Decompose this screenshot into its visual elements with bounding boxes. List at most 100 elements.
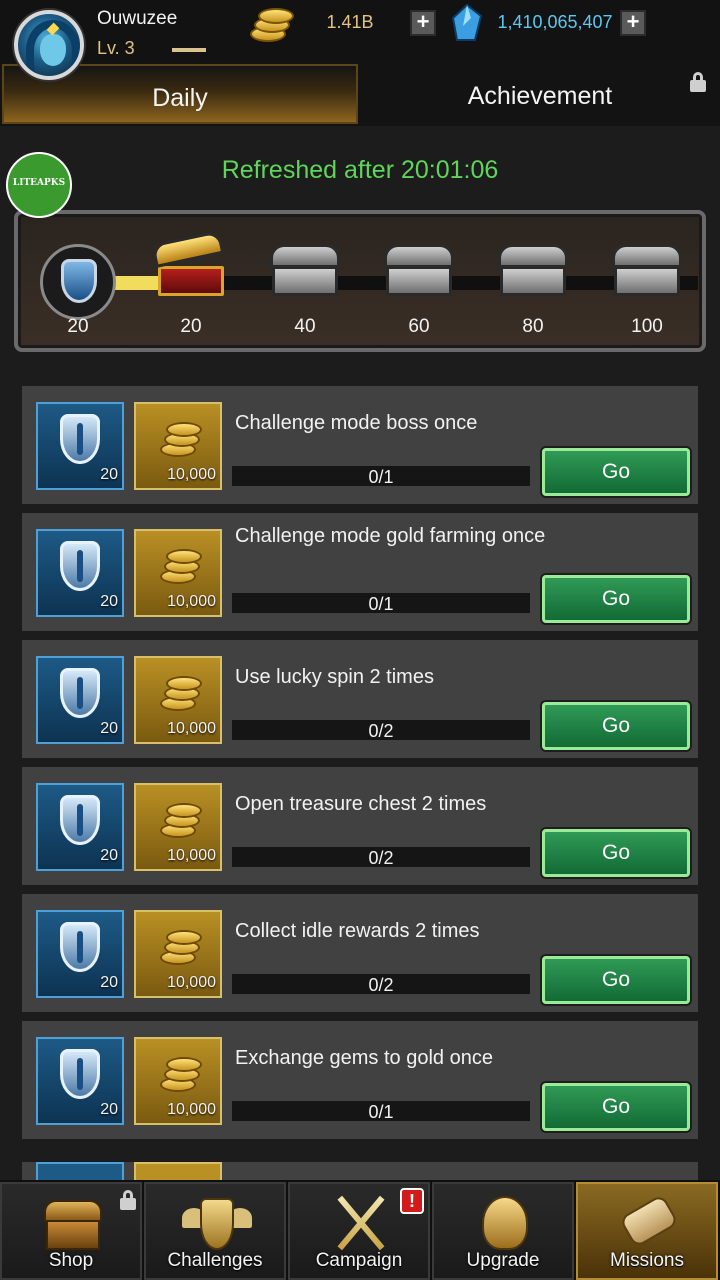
task-progress-bar: 0/2 — [232, 720, 530, 741]
milestone-chest-80[interactable]: 80 — [488, 234, 578, 344]
milestone-label: 80 — [522, 316, 544, 337]
go-button[interactable]: Go — [542, 956, 690, 1004]
reward-count: 10,000 — [167, 1101, 216, 1118]
milestone-chest-100[interactable]: 100 — [602, 234, 692, 344]
task-title: Exchange gems to gold once — [235, 1047, 493, 1069]
milestone-label: 40 — [294, 316, 316, 337]
task-row: 20 10,000 Use lucky spin 2 times 0/2 Go — [22, 640, 698, 758]
nav-campaign-label: Campaign — [315, 1250, 403, 1271]
task-title: Collect idle rewards 2 times — [235, 920, 480, 942]
coins-icon — [156, 420, 204, 464]
gold-reward: 10,000 — [134, 783, 222, 871]
shield-icon — [60, 1049, 100, 1099]
tab-achievement[interactable]: Achievement — [362, 64, 718, 124]
add-gems-button[interactable]: + — [620, 10, 646, 36]
go-button[interactable]: Go — [542, 575, 690, 623]
reward-count: 20 — [100, 974, 118, 991]
shield-icon — [60, 668, 100, 718]
player-name: Ouwuzee — [97, 8, 178, 29]
tab-daily-label: Daily — [152, 84, 208, 112]
shield-icon — [60, 795, 100, 845]
task-row-partial — [22, 1162, 698, 1182]
nav-shop[interactable]: Shop — [0, 1182, 142, 1280]
nav-challenges[interactable]: Challenges — [144, 1182, 286, 1280]
task-progress-bar: 0/1 — [232, 1101, 530, 1122]
reward-count: 10,000 — [167, 974, 216, 991]
player-level: Lv. 3 — [97, 38, 135, 58]
nav-missions-label: Missions — [610, 1250, 684, 1271]
shield-reward: 20 — [36, 783, 124, 871]
reward-count: 20 — [100, 1101, 118, 1118]
player-avatar[interactable] — [14, 10, 84, 80]
task-progress-text: 0/2 — [368, 975, 394, 995]
shield-icon — [60, 414, 100, 464]
task-progress-bar: 0/2 — [232, 974, 530, 995]
coins-icon — [156, 547, 204, 591]
milestone-chest-60[interactable]: 60 — [374, 234, 464, 344]
nav-challenges-label: Challenges — [167, 1250, 263, 1271]
reward-count: 10,000 — [167, 720, 216, 737]
reward-count: 20 — [100, 466, 118, 483]
go-button[interactable]: Go — [542, 702, 690, 750]
nav-missions[interactable]: Missions — [576, 1182, 718, 1280]
mission-tabs: Daily Achievement — [0, 62, 720, 126]
task-progress-bar: 0/2 — [232, 847, 530, 868]
upgrade-helmet-icon — [470, 1190, 540, 1254]
milestone-chest-20[interactable]: 20 — [146, 229, 236, 344]
reward-count: 20 — [100, 720, 118, 737]
go-button[interactable]: Go — [542, 1083, 690, 1131]
shield-emblem-icon — [40, 244, 116, 320]
locked-chest-icon — [384, 244, 454, 300]
locked-chest-icon — [270, 244, 340, 300]
gold-reward: 10,000 — [134, 529, 222, 617]
task-row: 20 10,000 Collect idle rewards 2 times 0… — [22, 894, 698, 1012]
coins-icon — [156, 801, 204, 845]
nav-upgrade[interactable]: Upgrade — [432, 1182, 574, 1280]
brand-badge: LITEAPKS — [6, 152, 72, 218]
reward-count: 10,000 — [167, 466, 216, 483]
go-button[interactable]: Go — [542, 448, 690, 496]
brand-badge-text: LITEAPKS — [12, 178, 66, 188]
gold-reward: 10,000 — [134, 656, 222, 744]
reward-count: 10,000 — [167, 847, 216, 864]
task-progress-bar: 0/1 — [232, 466, 530, 487]
milestone-label: 20 — [180, 316, 202, 337]
task-title: Challenge mode boss once — [235, 412, 478, 434]
task-title: Use lucky spin 2 times — [235, 666, 434, 688]
nav-campaign[interactable]: ! Campaign — [288, 1182, 430, 1280]
open-chest-icon — [151, 229, 226, 300]
scroll-icon — [614, 1190, 684, 1254]
bottom-nav: Shop Challenges ! Campaign Upgrade Missi… — [0, 1180, 720, 1280]
coins-icon — [156, 674, 204, 718]
task-progress-text: 0/2 — [368, 721, 394, 741]
gem-amount: 1,410,065,407 — [497, 12, 613, 32]
milestone-track: 20 20 40 60 80 100 — [14, 210, 706, 352]
gold-reward: 10,000 — [134, 910, 222, 998]
locked-chest-icon — [498, 244, 568, 300]
nav-upgrade-label: Upgrade — [466, 1250, 540, 1271]
top-bar: Ouwuzee Lv. 3 1.41B + 1,410,065,407 + — [0, 0, 720, 62]
task-progress-text: 0/1 — [368, 467, 394, 487]
milestone-current: 20 — [22, 234, 116, 344]
task-row: 20 10,000 Challenge mode boss once 0/1 G… — [22, 386, 698, 504]
refresh-timer: Refreshed after 20:01:06 — [221, 156, 499, 184]
shield-reward: 20 — [36, 529, 124, 617]
add-gold-button[interactable]: + — [410, 10, 436, 36]
task-row: 20 10,000 Exchange gems to gold once 0/1… — [22, 1021, 698, 1139]
crossed-swords-icon — [326, 1190, 396, 1254]
milestone-label: 60 — [408, 316, 430, 337]
lock-icon — [690, 72, 706, 92]
coins-icon — [156, 928, 204, 972]
task-title: Challenge mode gold farming once — [235, 525, 546, 547]
locked-chest-icon — [612, 244, 682, 300]
go-button[interactable]: Go — [542, 829, 690, 877]
gold-coin-icon — [246, 4, 294, 44]
xp-bar — [172, 48, 206, 52]
nav-shop-label: Shop — [48, 1250, 94, 1271]
task-row: 20 10,000 Challenge mode gold farming on… — [22, 513, 698, 631]
task-row: 20 10,000 Open treasure chest 2 times 0/… — [22, 767, 698, 885]
milestone-chest-40[interactable]: 40 — [260, 234, 350, 344]
shield-reward: 20 — [36, 402, 124, 490]
tab-achievement-label: Achievement — [467, 82, 613, 110]
shield-reward: 20 — [36, 910, 124, 998]
